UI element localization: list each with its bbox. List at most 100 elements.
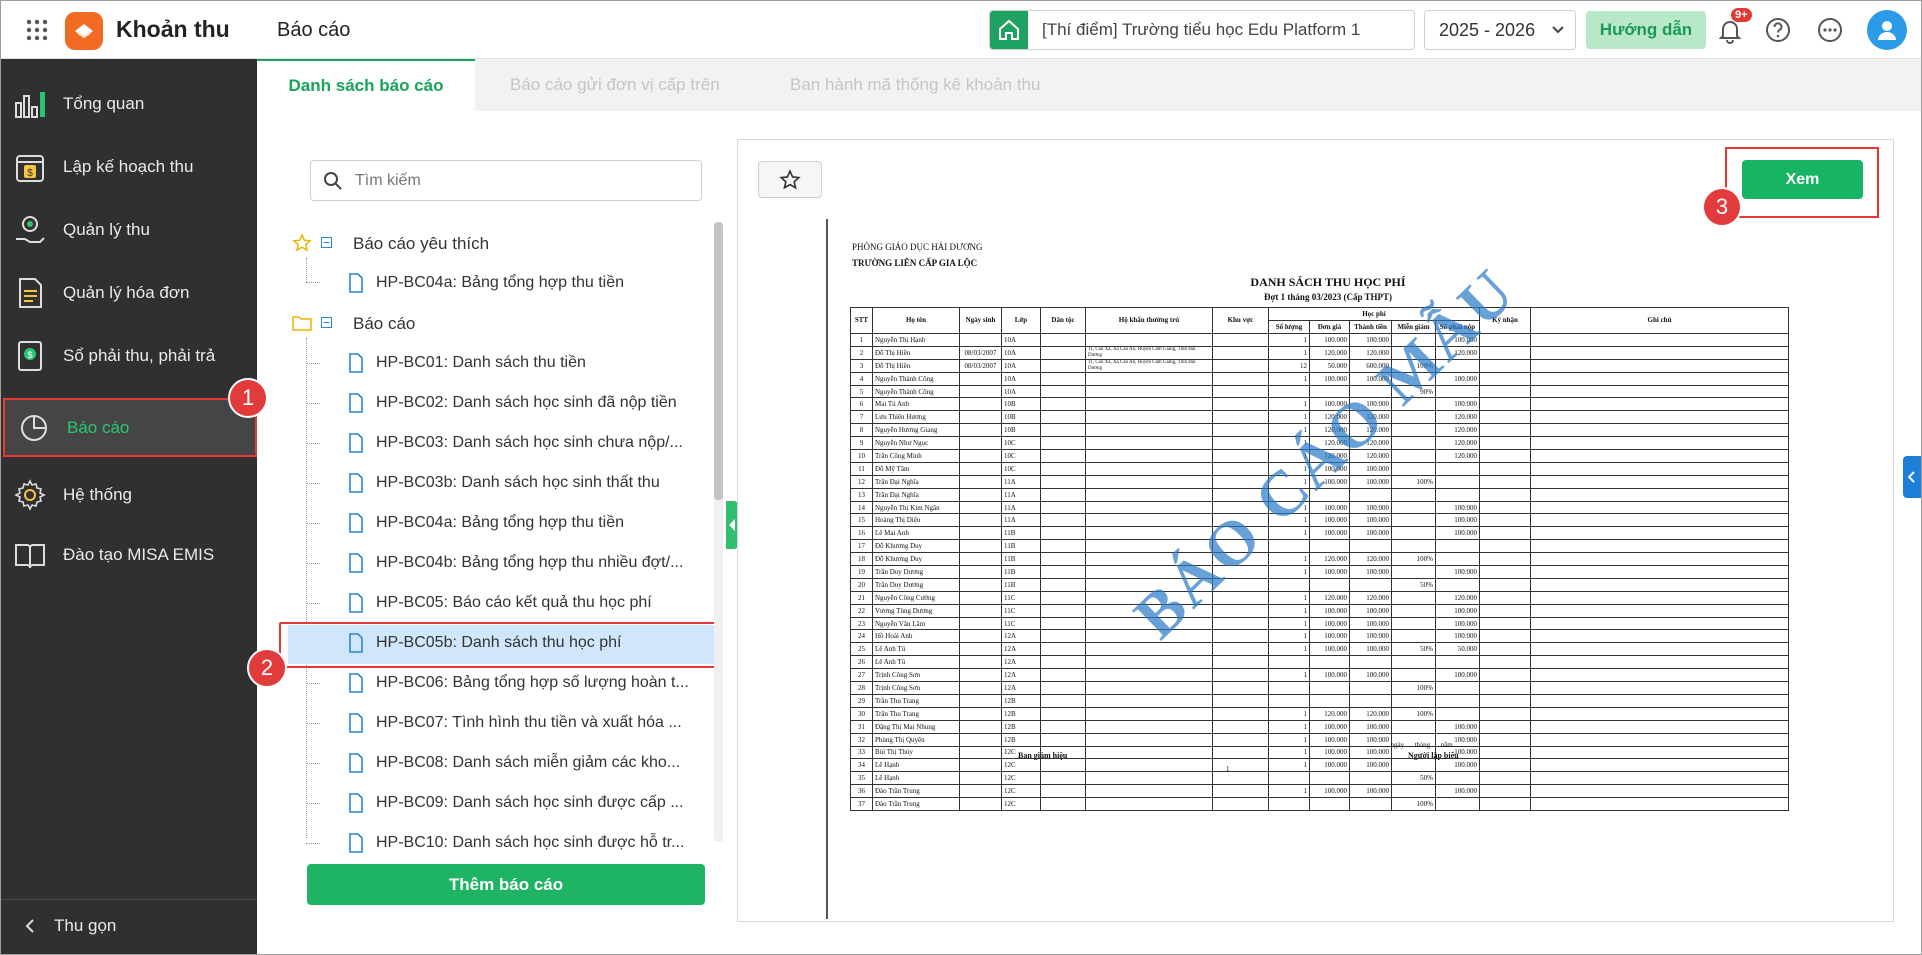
doc-table-cell [1391, 436, 1436, 451]
tree-item-report[interactable]: HP-BC02: Danh sách học sinh đã nộp tiền [348, 387, 677, 419]
tree-item-report[interactable]: HP-BC08: Danh sách miễn giảm các kho... [348, 747, 680, 779]
doc-table-cell [1085, 681, 1213, 695]
sidebar-item-training[interactable]: Đào tạo MISA EMIS [1, 524, 257, 586]
sidebar-item-plan[interactable]: $ Lập kế hoạch thu [1, 136, 257, 198]
doc-table-cell [1085, 771, 1213, 786]
doc-table-row: 27 Trịnh Công Sơn 12A 1 100.000 100.000 100.00… [850, 668, 1789, 683]
doc-table-cell [1435, 797, 1480, 811]
tab-report-superior[interactable]: Báo cáo gửi đơn vị cấp trên [510, 59, 720, 111]
doc-table-cell [1530, 397, 1789, 412]
doc-table-cell [1212, 642, 1269, 657]
doc-table-cell [1391, 693, 1436, 708]
doc-table-row: 33 Bùi Thị Thủy 12C 1 100.000 100.000 100.000 [850, 745, 1789, 760]
sidebar-item-overview[interactable]: Tổng quan [1, 73, 257, 135]
doc-table-cell [1040, 655, 1086, 670]
doc-table-cell [1479, 668, 1531, 683]
doc-table-cell [1085, 436, 1213, 451]
tree-item-report[interactable]: HP-BC04b: Bảng tổng hợp thu nhiều đợt/..… [348, 547, 683, 579]
doc-table-cell: 12C [1001, 797, 1041, 811]
doc-table-cell: 21 [850, 590, 873, 605]
doc-table-cell [1391, 719, 1436, 734]
doc-table-cell: 100.000 [1435, 629, 1480, 644]
tree-item-label: HP-BC10: Danh sách học sinh được hỗ tr..… [376, 834, 685, 851]
doc-table-cell: Nguyễn Thành Công [872, 384, 960, 399]
tab-report-list[interactable]: Danh sách báo cáo [257, 59, 475, 111]
doc-table-cell: Nguyễn Hương Giang [872, 423, 960, 438]
doc-table-cell [1391, 616, 1436, 631]
doc-header-cell: Hộ khẩu thường trú [1085, 307, 1213, 334]
doc-table-cell: Hồ Hoài Anh [872, 629, 960, 644]
tree-item-label: HP-BC09: Danh sách học sinh được cấp ... [376, 794, 684, 811]
doc-table-cell: 10B [1001, 410, 1041, 425]
tree-item-report[interactable]: HP-BC10: Danh sách học sinh được hỗ tr..… [348, 827, 684, 859]
sidebar-item-system[interactable]: Hệ thống [1, 464, 257, 526]
tree-item-report[interactable]: HP-BC05: Báo cáo kết quả thu học phí [348, 587, 652, 619]
collapse-minus-icon[interactable] [321, 317, 332, 328]
tab-bar: Danh sách báo cáo Báo cáo gửi đơn vị cấp… [257, 59, 1921, 111]
doc-table-cell [1479, 642, 1531, 657]
tree-item-report[interactable]: HP-BC03: Danh sách học sinh chưa nộp/... [348, 427, 683, 459]
doc-table-cell [1530, 655, 1789, 670]
doc-table-cell [1479, 449, 1531, 463]
document-icon [349, 593, 363, 613]
tree-item-report[interactable]: HP-BC06: Bảng tổng hợp số lượng hoàn t..… [348, 667, 689, 699]
collapse-sidebar-button[interactable]: Thu gọn [1, 899, 257, 949]
search-input[interactable] [355, 169, 685, 193]
tree-connector [306, 563, 320, 564]
doc-table-cell: 100.000 [1435, 719, 1480, 734]
tree-connector [306, 803, 320, 804]
doc-table-cell: 120.000 [1435, 590, 1480, 605]
tree-item-favorite[interactable]: HP-BC04a: Bảng tổng hợp thu tiền [348, 267, 624, 299]
guide-button[interactable]: Hướng dẫn [1586, 11, 1706, 49]
tree-scrollbar-thumb[interactable] [714, 222, 723, 500]
doc-table-cell: 6 [850, 397, 873, 412]
school-selector[interactable]: [Thí điểm] Trường tiểu học Edu Platform … [989, 10, 1415, 50]
sidebar-item-manage-income[interactable]: Quản lý thu [1, 199, 257, 261]
view-button[interactable]: Xem [1742, 160, 1863, 199]
tree-item-report[interactable]: HP-BC03b: Danh sách học sinh thất thu [348, 467, 660, 499]
doc-table-cell [1479, 771, 1531, 786]
tree-item-report[interactable]: HP-BC09: Danh sách học sinh được cấp ... [348, 787, 684, 819]
tree-item-report[interactable]: HP-BC04a: Bảng tổng hợp thu tiền [348, 507, 624, 539]
doc-table-cell [1479, 487, 1531, 502]
doc-table-cell [1212, 371, 1269, 386]
user-avatar[interactable] [1867, 10, 1907, 50]
doc-table-cell: 1 [1268, 616, 1310, 631]
doc-table-cell [1530, 758, 1789, 773]
doc-table-cell [1479, 526, 1531, 541]
tree-item-report[interactable]: HP-BC05b: Danh sách thu học phí [348, 627, 621, 659]
doc-table-cell [1530, 706, 1789, 721]
sidebar-item-ledger[interactable]: $ Sổ phải thu, phải trả [1, 325, 257, 387]
help-icon[interactable] [1764, 16, 1792, 44]
top-bar: Khoản thu Báo cáo [Thí điểm] Trường tiểu… [1, 1, 1921, 59]
more-icon[interactable] [1816, 16, 1844, 44]
doc-table-cell: 20 [850, 577, 873, 592]
app-grid-icon[interactable] [26, 19, 48, 41]
doc-table-cell: 5 [850, 384, 873, 399]
sidebar-item-invoices[interactable]: Quản lý hóa đơn [1, 262, 257, 324]
sidebar-item-reports[interactable]: Báo cáo [3, 398, 257, 457]
doc-table-cell: 100% [1391, 681, 1436, 695]
tree-item-report[interactable]: HP-BC07: Tình hình thu tiền và xuất hóa … [348, 707, 682, 739]
doc-table-cell: 50% [1391, 577, 1436, 592]
doc-table-row: 18 Đỗ Khương Duy 11B 1 120.000 120.000 100% [850, 552, 1789, 567]
tree-connector [306, 523, 320, 524]
doc-table-cell [1391, 526, 1436, 541]
collapse-minus-icon[interactable] [321, 237, 332, 248]
add-report-button[interactable]: Thêm báo cáo [307, 864, 705, 905]
tab-statistic-codes[interactable]: Ban hành mã thống kê khoản thu [790, 59, 1040, 111]
doc-table-cell: Trần Thu Trang [872, 706, 960, 721]
doc-table-cell [1479, 797, 1531, 811]
tree-item-report[interactable]: HP-BC01: Danh sách thu tiền [348, 347, 586, 379]
doc-table-cell: 32 [850, 732, 873, 747]
right-panel-toggle[interactable] [1903, 456, 1921, 498]
doc-table-cell: 1 [1268, 345, 1310, 360]
doc-table-cell [959, 526, 1002, 541]
doc-table-cell [1479, 745, 1531, 760]
doc-table-cell [959, 461, 1002, 476]
doc-table-cell [1530, 565, 1789, 579]
doc-table-cell [1479, 423, 1531, 438]
favorite-button[interactable] [758, 161, 822, 198]
doc-table-cell: 100.000 [1349, 526, 1392, 541]
school-year-select[interactable]: 2025 - 2026 [1424, 10, 1576, 50]
